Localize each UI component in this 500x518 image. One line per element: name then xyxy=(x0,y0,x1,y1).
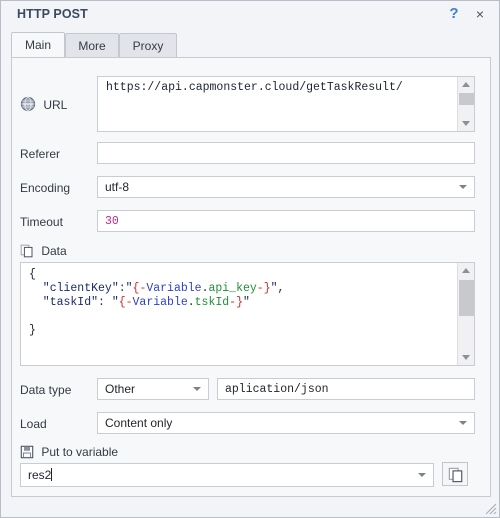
window-title: HTTP POST xyxy=(17,7,88,21)
put-to-variable-label: Put to variable xyxy=(41,445,119,459)
data-token: tskId xyxy=(194,296,230,309)
http-post-dialog: HTTP POST ? × Main More Proxy www URL ht… xyxy=(0,0,500,518)
chevron-down-icon[interactable] xyxy=(459,185,467,189)
data-token: } xyxy=(236,296,243,309)
tab-strip: Main More Proxy xyxy=(1,29,499,57)
chevron-down-icon[interactable] xyxy=(193,387,201,391)
data-token: } xyxy=(29,324,36,337)
data-scroll-thumb[interactable] xyxy=(459,280,474,316)
globe-www-icon: www xyxy=(20,96,36,112)
data-line: } xyxy=(29,324,456,338)
url-scrollbar[interactable] xyxy=(457,77,474,131)
data-token: " xyxy=(242,296,250,309)
tab-proxy[interactable]: Proxy xyxy=(119,33,177,57)
data-token: { xyxy=(118,296,126,309)
data-line xyxy=(29,310,456,324)
put-to-variable-label-group: Put to variable xyxy=(20,445,118,459)
data-type-text-input[interactable]: aplication/json xyxy=(217,378,475,400)
svg-text:www: www xyxy=(23,102,33,107)
timeout-label: Timeout xyxy=(20,215,63,229)
data-textarea[interactable]: { "clientKey":"{-Variable.api_key-}", "t… xyxy=(20,262,475,366)
data-line: "taskId": "{-Variable.tskId-}" xyxy=(29,296,456,310)
data-token: "taskId": " xyxy=(29,296,119,309)
data-token: - xyxy=(125,296,133,309)
timeout-input[interactable]: 30 xyxy=(97,210,475,232)
chevron-down-icon[interactable] xyxy=(418,473,426,477)
main-panel: www URL https://api.capmonster.cloud/get… xyxy=(11,57,491,497)
data-token: ", xyxy=(270,282,285,295)
data-type-value: Other xyxy=(105,382,136,396)
data-label-group: Data xyxy=(20,244,67,258)
data-line: "clientKey":"{-Variable.api_key-}", xyxy=(29,282,456,296)
data-token: { xyxy=(29,268,36,281)
data-scrollbar[interactable] xyxy=(457,263,474,365)
encoding-select[interactable]: utf-8 xyxy=(97,176,475,198)
url-value: https://api.capmonster.cloud/getTaskResu… xyxy=(106,81,403,94)
data-line: { xyxy=(29,268,456,282)
referer-label: Referer xyxy=(20,147,61,161)
copy-variable-button[interactable] xyxy=(442,462,468,486)
url-scroll-up-arrow[interactable] xyxy=(458,77,474,92)
data-token: - xyxy=(256,282,264,295)
referer-input[interactable] xyxy=(97,142,475,164)
data-token: Variable xyxy=(146,282,202,295)
put-to-variable-value: res2 xyxy=(28,468,52,482)
tab-main[interactable]: Main xyxy=(11,32,65,57)
encoding-value: utf-8 xyxy=(105,180,130,194)
save-floppy-icon xyxy=(20,445,34,459)
data-token: api_key xyxy=(208,282,257,295)
url-input[interactable]: https://api.capmonster.cloud/getTaskResu… xyxy=(97,76,475,132)
data-scroll-up-arrow[interactable] xyxy=(458,263,474,278)
title-bar: HTTP POST ? × xyxy=(1,1,499,29)
load-value: Content only xyxy=(105,416,173,430)
tab-more[interactable]: More xyxy=(65,33,119,57)
put-to-variable-input[interactable]: res2 xyxy=(20,463,434,487)
chevron-down-icon[interactable] xyxy=(459,421,467,425)
copy-pages-icon xyxy=(448,467,464,488)
data-token: . xyxy=(187,296,195,309)
data-token: "clientKey":" xyxy=(29,282,133,295)
data-type-label: Data type xyxy=(20,383,72,397)
resize-grip[interactable] xyxy=(483,501,497,515)
load-label: Load xyxy=(20,417,47,431)
load-select[interactable]: Content only xyxy=(97,412,475,434)
url-scroll-down-arrow[interactable] xyxy=(458,116,474,131)
help-icon[interactable]: ? xyxy=(445,5,463,23)
text-cursor xyxy=(51,468,53,481)
url-scroll-thumb[interactable] xyxy=(459,93,474,105)
data-label: Data xyxy=(41,244,67,258)
data-token: } xyxy=(263,282,271,295)
data-scroll-down-arrow[interactable] xyxy=(458,350,474,365)
data-type-select[interactable]: Other xyxy=(97,378,209,400)
url-label-group: www URL xyxy=(20,96,67,112)
url-label: URL xyxy=(43,98,68,112)
timeout-value: 30 xyxy=(105,215,119,228)
close-icon[interactable]: × xyxy=(471,5,489,23)
data-content: { "clientKey":"{-Variable.api_key-}", "t… xyxy=(29,268,456,338)
copy-pages-icon xyxy=(20,244,34,258)
data-token: Variable xyxy=(132,296,188,309)
encoding-label: Encoding xyxy=(20,181,71,195)
data-type-text-value: aplication/json xyxy=(225,383,329,396)
